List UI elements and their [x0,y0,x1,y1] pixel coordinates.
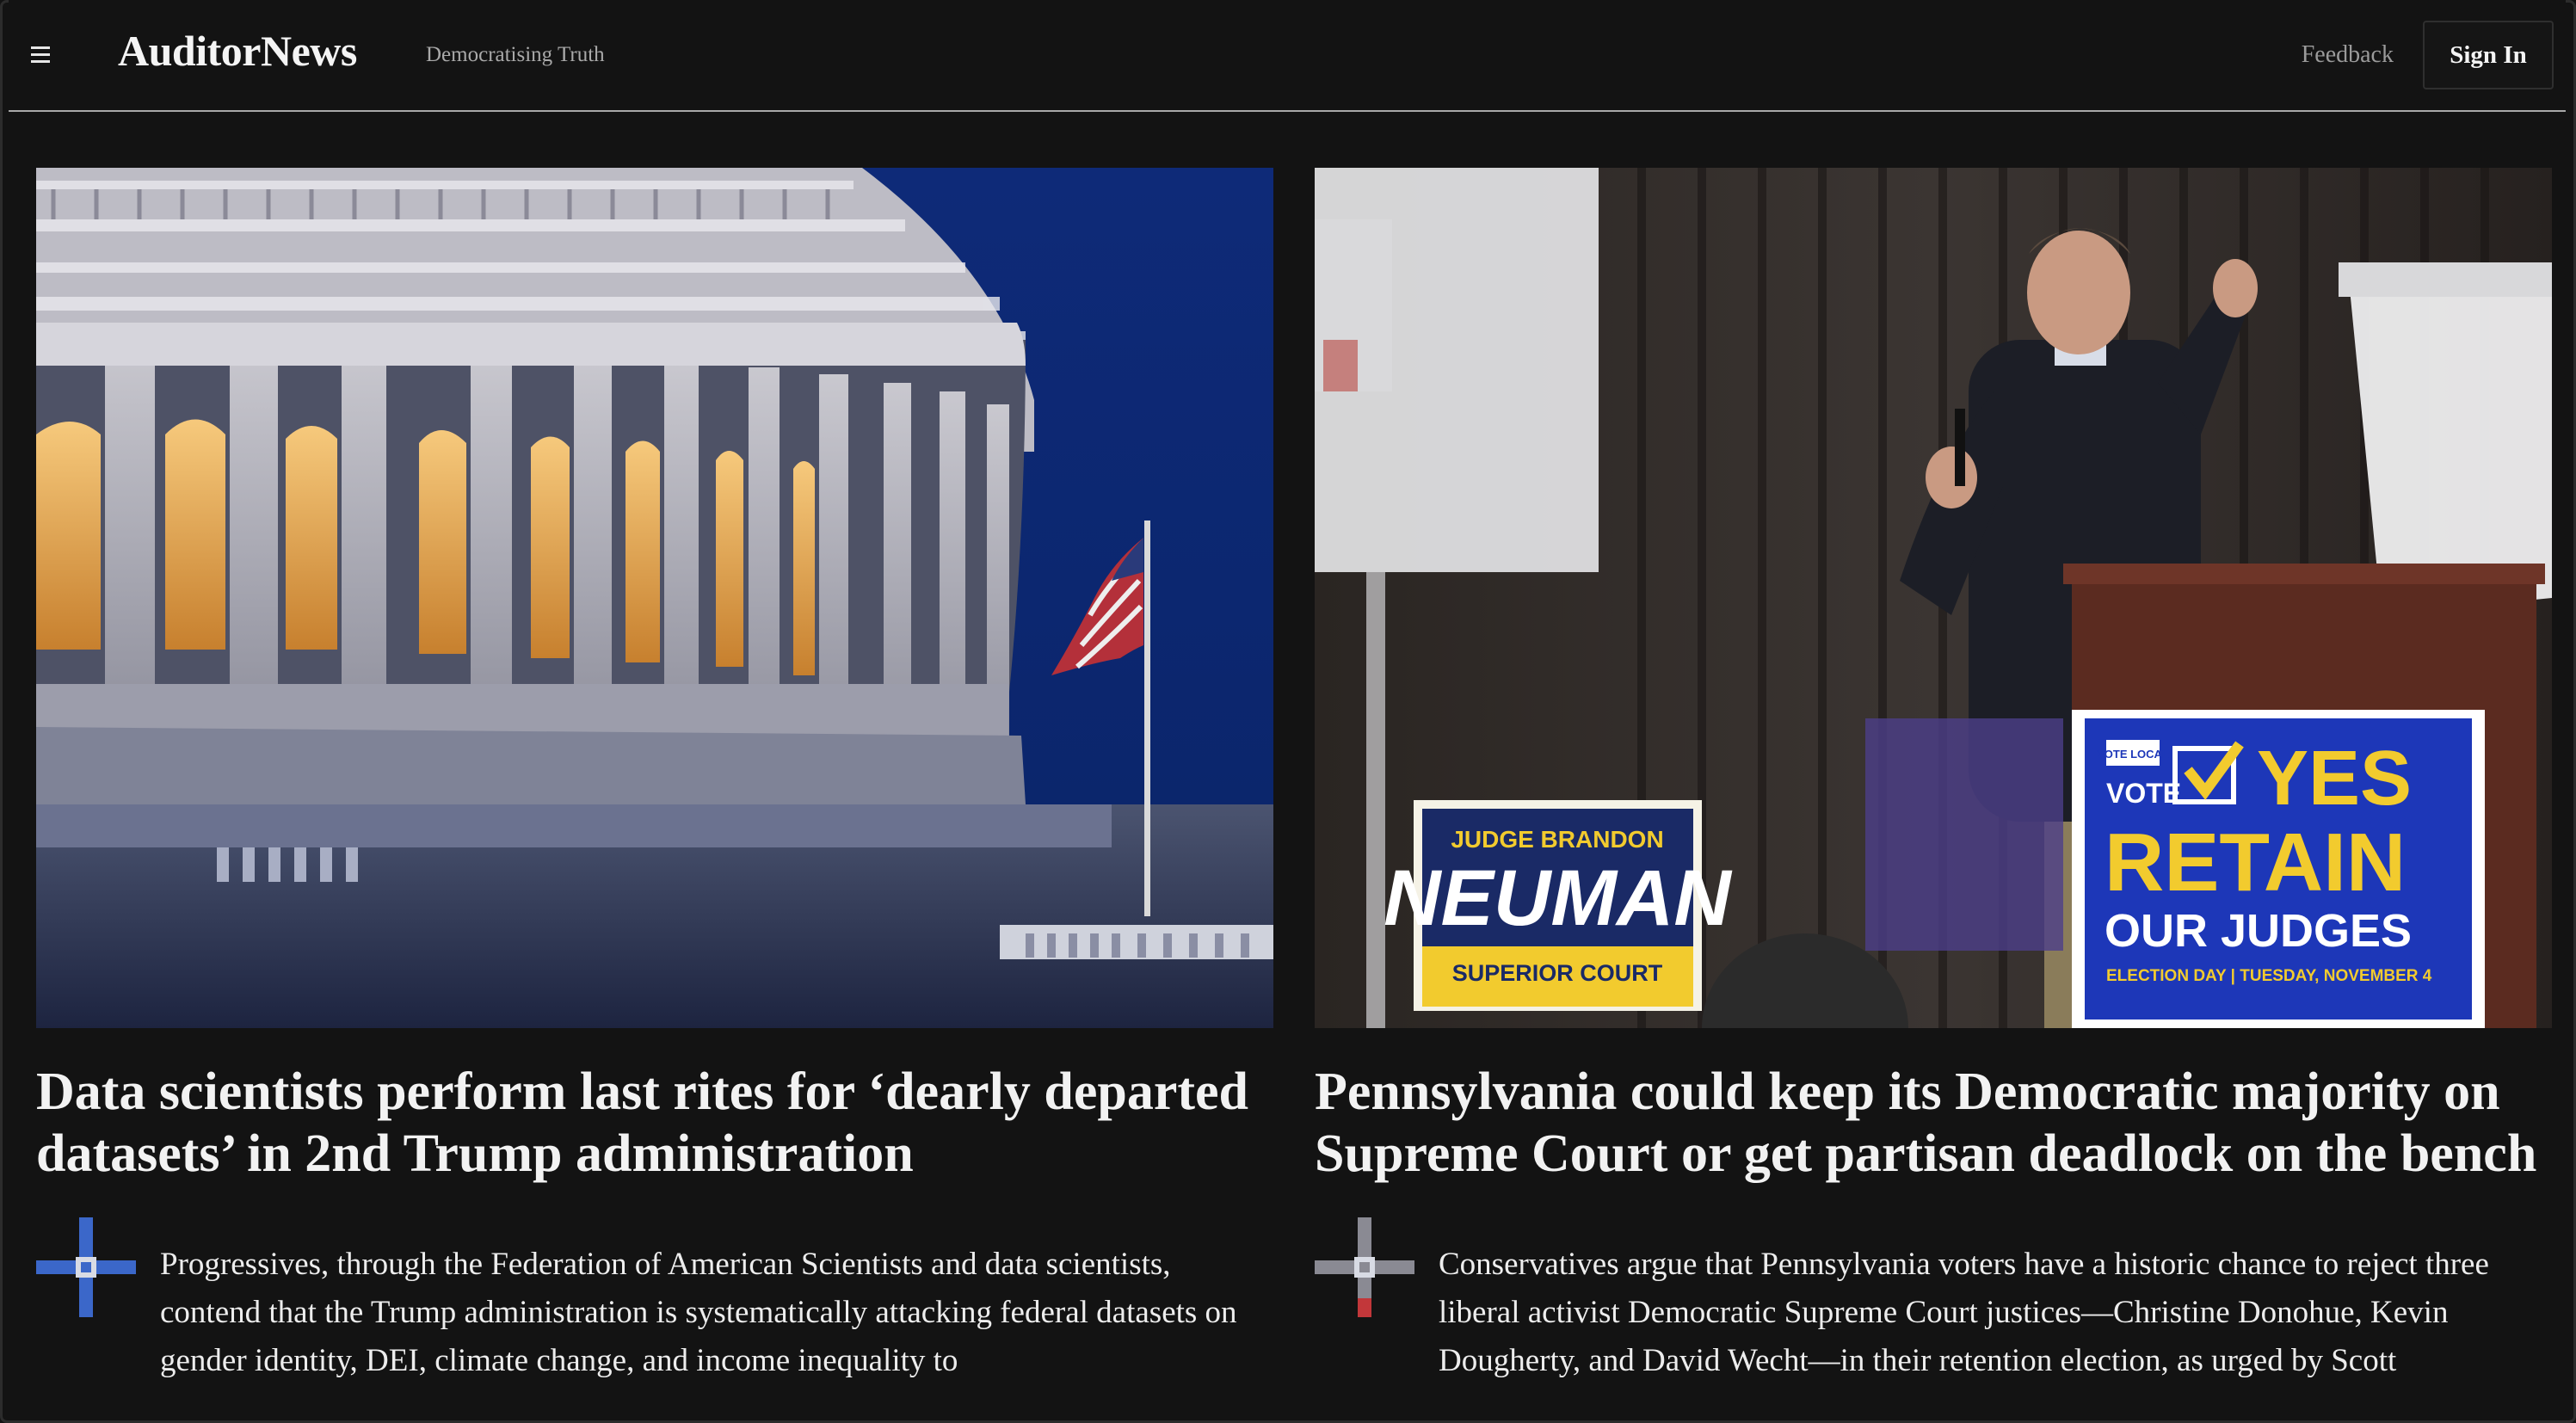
crosshair-author-icon [1315,1217,1414,1317]
hamburger-menu-icon[interactable] [31,45,55,65]
article-image-rally[interactable]: VOTE LOCAL VOTE YES RETAIN OUR JUDGES EL… [1315,168,2552,1028]
article-summary-row: Conservatives argue that Pennsylvania vo… [1315,1209,2552,1381]
site-logo[interactable]: AuditorNews [118,26,357,76]
sign-vote-local: VOTE LOCAL [2097,748,2169,761]
sign-retain: RETAIN [2105,816,2406,909]
crosshair-author-icon [36,1217,136,1317]
feedback-link[interactable]: Feedback [2302,41,2394,69]
article-card: VOTE LOCAL VOTE YES RETAIN OUR JUDGES EL… [1315,168,2552,1381]
article-summary: Conservatives argue that Pennsylvania vo… [1439,1247,2489,1378]
sign-judge-court: SUPERIOR COURT [1452,960,1663,986]
sign-election-day: ELECTION DAY | TUESDAY, NOVEMBER 4 [2106,967,2432,985]
sign-vote: VOTE [2106,778,2181,809]
sign-yes: YES [2257,736,2412,822]
article-card: Data scientists perform last rites for ‘… [36,168,1273,1381]
article-image-capitol[interactable] [36,168,1273,1028]
article-headline[interactable]: Pennsylvania could keep its Democratic m… [1315,1061,2552,1185]
sign-judge-top: JUDGE BRANDON [1451,826,1663,853]
sign-in-button[interactable]: Sign In [2423,21,2554,89]
sign-judge-name: NEUMAN [1384,854,1733,942]
site-tagline: Democratising Truth [426,43,605,66]
sign-our-judges: OUR JUDGES [2105,905,2412,957]
top-navigation-bar: AuditorNews Democratising Truth Feedback… [9,0,2566,112]
article-summary-row: Progressives, through the Federation of … [36,1209,1273,1381]
article-summary: Progressives, through the Federation of … [160,1247,1237,1378]
article-headline[interactable]: Data scientists perform last rites for ‘… [36,1061,1273,1185]
